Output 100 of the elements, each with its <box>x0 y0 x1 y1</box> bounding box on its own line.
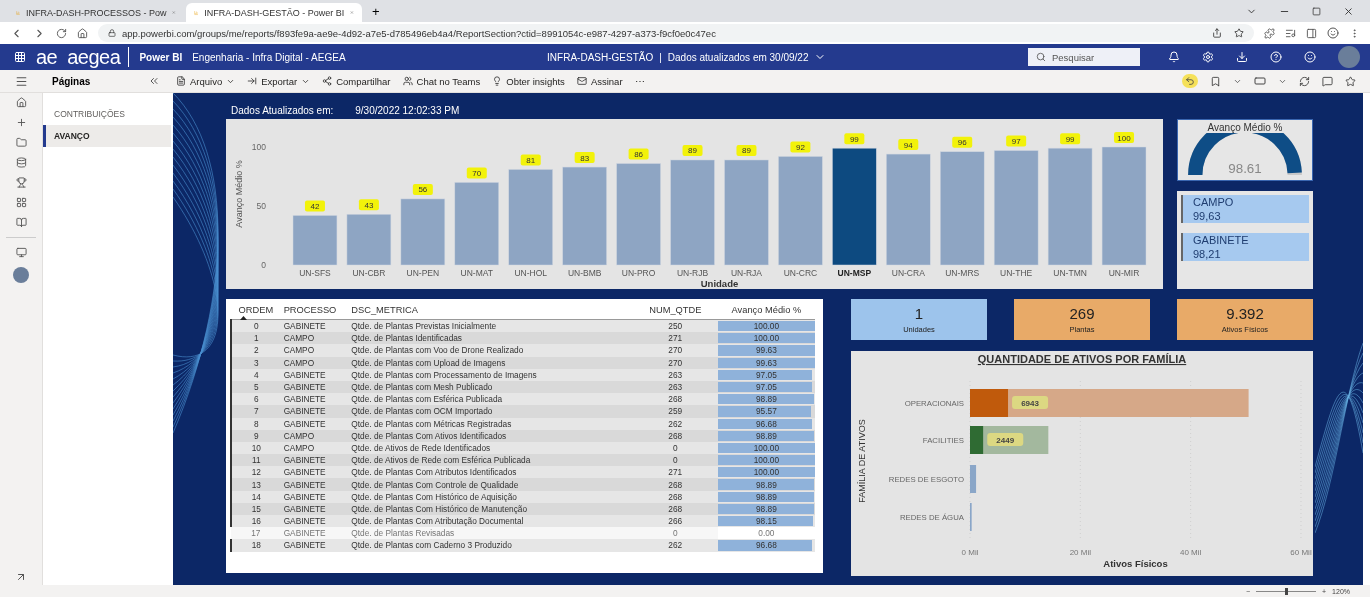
expand-icon[interactable] <box>15 571 27 583</box>
table-cell: 17 <box>231 527 281 540</box>
trophy-icon[interactable] <box>15 177 27 188</box>
app-launcher-icon[interactable] <box>14 51 26 63</box>
toolbar-button[interactable]: Chat no Teams <box>396 75 487 87</box>
browser-tab[interactable]: INFRA-DASH-PROCESSOS - Pow <box>8 3 184 22</box>
grid-icon[interactable] <box>15 197 27 208</box>
table-row[interactable]: 17 GABINETE Qtde. de Plantas Revisadas 0 0.00 <box>231 527 815 540</box>
data-label: 96 <box>952 136 973 148</box>
table-row[interactable]: 8 GABINETE Qtde. de Plantas com Métricas Registradas 262 96.68 <box>231 417 815 430</box>
data-label: 43 <box>358 199 379 211</box>
table-row[interactable]: 13 GABINETE Qtde. de Plantas Com Controle de Qualidade 268 98.89 <box>231 478 815 491</box>
table-row[interactable]: 14 GABINETE Qtde. de Plantas Com Histórico de Aquisição 268 98.89 <box>231 490 815 503</box>
close-icon[interactable] <box>1343 5 1354 17</box>
table-row[interactable]: 9 CAMPO Qtde. de Plantas Com Ativos Identificados 268 98.89 <box>231 429 815 442</box>
menu-button[interactable]: Exportar <box>241 75 317 87</box>
column-header[interactable]: ORDEM <box>231 303 281 320</box>
table-row[interactable]: 7 GABINETE Qtde. de Plantas com OCM Importado 259 95.57 <box>231 405 815 418</box>
toolbar-button[interactable]: Compartilhar <box>316 75 397 87</box>
refresh-info[interactable]: Dados atualizados em 30/09/22 <box>667 51 809 63</box>
bell-icon[interactable] <box>1168 51 1180 63</box>
process-name: GABINETE <box>1193 234 1250 246</box>
toolbar-button[interactable]: Assinar <box>570 75 629 87</box>
process-value: 99,63 <box>1193 210 1222 222</box>
settings-icon[interactable] <box>1202 51 1214 63</box>
help-icon[interactable] <box>1270 51 1282 63</box>
category-label: UN-PEN <box>406 268 440 278</box>
table-cell: GABINETE <box>280 405 349 418</box>
plus-icon[interactable] <box>15 117 27 128</box>
share-icon[interactable] <box>1212 28 1222 38</box>
data-label: 86 <box>634 150 644 160</box>
database-icon[interactable] <box>15 157 27 168</box>
book-icon[interactable] <box>15 217 27 228</box>
bookmark-icon[interactable] <box>1210 75 1221 87</box>
restore-icon[interactable] <box>1312 6 1321 16</box>
updated-value: 9/30/2022 12:02:33 PM <box>355 104 460 116</box>
category-label: UN-MSP <box>837 268 872 278</box>
category-label: UN-CRA <box>891 268 925 278</box>
selected-bar[interactable] <box>832 147 877 266</box>
column-header[interactable]: DSC_METRICA <box>348 303 633 320</box>
avatar[interactable] <box>13 267 29 283</box>
table-row[interactable]: 3 CAMPO Qtde. de Plantas com Upload de Imagens 270 99.63 <box>231 356 815 369</box>
home-icon[interactable] <box>15 97 27 108</box>
refresh-icon[interactable] <box>1299 75 1310 87</box>
x-axis-title: Ativos Físicos <box>1103 558 1168 569</box>
category-label: UN-MRS <box>945 268 980 278</box>
annotation: 6943 <box>1021 399 1040 408</box>
column-header[interactable]: PROCESSO <box>280 303 349 320</box>
reload-icon[interactable] <box>56 27 67 39</box>
comment-icon[interactable] <box>1322 75 1333 87</box>
data-label: 89 <box>742 146 752 156</box>
home-icon[interactable] <box>77 27 88 39</box>
address-bar[interactable]: app.powerbi.com/groups/me/reports/f893fe9a-ae9e-4d92-a7e5-d785496eb4a4/ReportSection?ctid=8991054c-e987-4297-a373-f9cf0e0c47ec <box>98 24 1254 42</box>
star-icon[interactable] <box>1345 75 1356 87</box>
category-label: UN-RJA <box>730 268 763 278</box>
undo-icon[interactable] <box>1182 74 1198 88</box>
table-cell: Qtde. de Plantas Revisadas <box>348 527 633 540</box>
data-label: 70 <box>466 167 487 179</box>
table-row[interactable]: 2 CAMPO Qtde. de Plantas com Voo de Drone Realizado 270 99.63 <box>231 344 815 357</box>
side-panel-icon[interactable] <box>1306 27 1317 39</box>
more-button[interactable]: ⋯ <box>628 75 651 87</box>
data-label: 92 <box>790 141 811 153</box>
zoom-slider-thumb[interactable] <box>1284 587 1288 595</box>
column-header[interactable]: Avanço Médio % <box>717 303 815 320</box>
menu-button[interactable]: Arquivo <box>170 75 242 87</box>
table-cell: Qtde. de Plantas com Caderno 3 Produzido <box>348 539 633 552</box>
view-icon[interactable] <box>1254 75 1266 87</box>
category-label: UN-MIR <box>1108 268 1140 278</box>
table-cell: GABINETE <box>280 527 349 540</box>
avatar[interactable] <box>1338 46 1360 68</box>
table-cell: Qtde. de Plantas Com Controle de Qualidade <box>348 478 633 491</box>
menu-icon[interactable] <box>14 74 28 88</box>
puzzle-icon[interactable] <box>1264 27 1275 39</box>
table-row[interactable]: 4 GABINETE Qtde. de Plantas com Processamento de Imagens 263 97.05 <box>231 368 815 381</box>
browser-tab[interactable]: INFRA-DASH-GESTÃO - Power BI <box>186 3 362 22</box>
kpi-value: 269 <box>1069 305 1095 322</box>
y-axis-tick: 100 <box>251 142 266 152</box>
data-label: 99 <box>1060 133 1081 145</box>
column-header[interactable]: NUM_QTDE <box>632 303 718 320</box>
smiley-icon[interactable] <box>1327 27 1339 39</box>
monitor-icon[interactable] <box>15 247 27 258</box>
star-icon[interactable] <box>1234 28 1244 38</box>
folder-icon[interactable] <box>15 137 27 148</box>
page-item[interactable]: CONTRIBUIÇÕES <box>43 103 171 125</box>
data-label: 100 <box>1114 132 1135 143</box>
workspace-name[interactable]: Engenharia - Infra Digital - AEGEA <box>192 51 346 63</box>
x-axis-tick: 60 Mil <box>1290 548 1312 557</box>
collapse-icon[interactable] <box>148 75 160 87</box>
search-field[interactable]: Pesquisar <box>1028 48 1140 66</box>
list-icon[interactable] <box>1285 27 1296 39</box>
toolbar-button[interactable]: Obter insights <box>486 75 571 87</box>
table-cell: Qtde. de Plantas Com Atributos Identificados <box>348 466 633 479</box>
page-item[interactable]: AVANÇO <box>43 125 171 147</box>
data-label: 94 <box>898 139 919 151</box>
table-row[interactable]: 18 GABINETE Qtde. de Plantas com Caderno 3 Produzido 262 96.68 <box>231 539 815 552</box>
download-icon[interactable] <box>1236 51 1248 63</box>
progress-cell: 98.89 <box>717 478 815 491</box>
new-tab-button[interactable]: + <box>364 3 388 19</box>
table-cell: 271 <box>632 466 718 479</box>
data-label: 99 <box>844 133 865 145</box>
